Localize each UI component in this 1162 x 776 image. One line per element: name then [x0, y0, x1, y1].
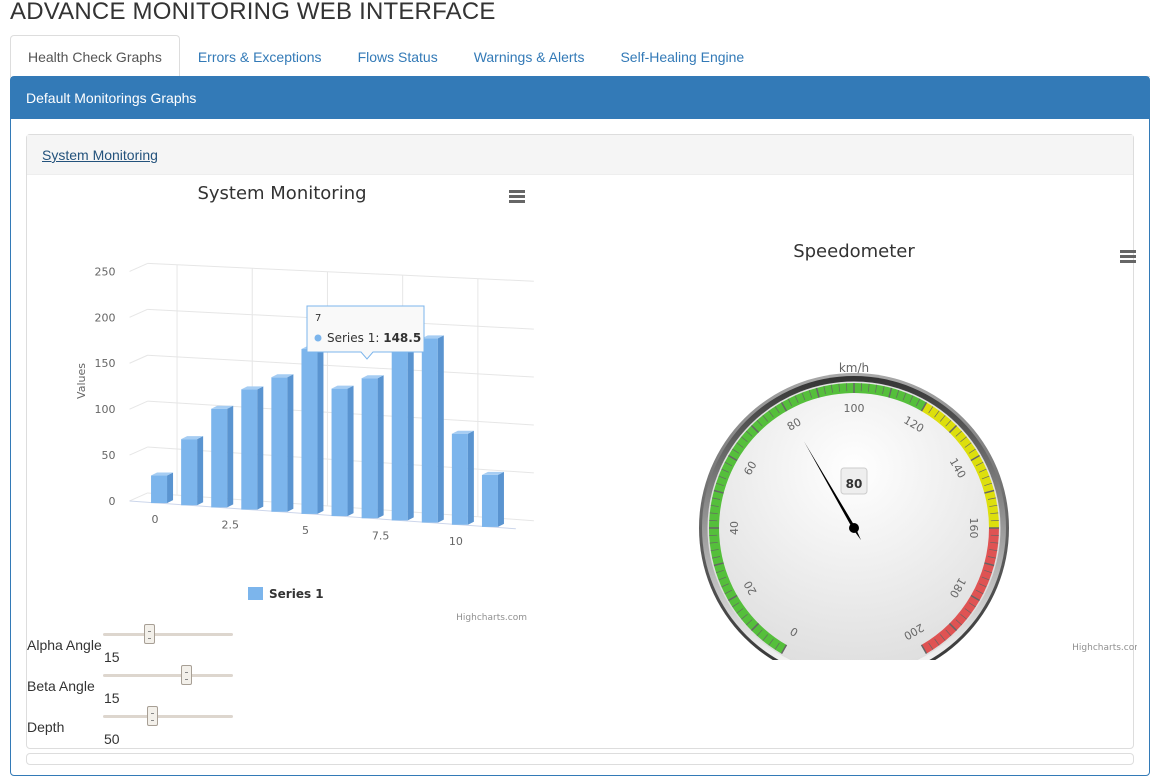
tab-bar: Health Check Graphs Errors & Exceptions …	[10, 35, 1150, 77]
gauge-tick-label: 160	[967, 518, 980, 539]
gauge-tick-label: 40	[728, 521, 741, 535]
bar[interactable]	[452, 431, 474, 525]
beta-angle-value: 15	[104, 690, 120, 706]
panel-heading: Default Monitorings Graphs	[11, 77, 1149, 119]
system-monitoring-panel: System Monitoring System Monitoring Valu…	[26, 134, 1134, 749]
gauge-tick-label: 100	[844, 402, 865, 415]
y-tick-label: 250	[95, 265, 116, 278]
bar[interactable]	[301, 346, 323, 514]
tab-errors-exceptions[interactable]: Errors & Exceptions	[180, 35, 340, 77]
alpha-angle-control: Alpha Angle 15	[27, 625, 287, 666]
bar[interactable]	[482, 472, 504, 527]
x-tick-label: 7.5	[372, 529, 390, 542]
chart-tooltip: 7 Series 1: 148.5	[307, 306, 424, 359]
bar[interactable]	[181, 436, 203, 505]
system-monitoring-link[interactable]: System Monitoring	[42, 147, 158, 163]
chart-title: System Monitoring	[197, 183, 366, 204]
beta-angle-handle[interactable]	[181, 665, 192, 685]
depth-handle[interactable]	[147, 706, 158, 726]
depth-value: 50	[104, 731, 120, 747]
chart-controls: Alpha Angle 15 Beta Angle 15 Depth 50	[27, 625, 287, 748]
beta-angle-label: Beta Angle	[27, 678, 95, 694]
bar[interactable]	[151, 473, 173, 504]
bar[interactable]	[422, 335, 444, 522]
beta-angle-control: Beta Angle 15	[27, 666, 287, 707]
alpha-angle-handle[interactable]	[144, 624, 155, 644]
x-tick-label: 2.5	[222, 519, 240, 532]
main-panel: Default Monitorings Graphs System Monito…	[10, 76, 1150, 776]
alpha-angle-slider[interactable]	[103, 633, 233, 636]
gauge-value-box: 80	[841, 468, 867, 494]
depth-slider[interactable]	[103, 715, 233, 718]
svg-text:Series 1: 148.5: Series 1: 148.5	[327, 331, 421, 345]
system-monitoring-heading: System Monitoring	[27, 135, 1133, 175]
bar[interactable]	[332, 386, 354, 516]
depth-control: Depth 50	[27, 707, 287, 748]
depth-label: Depth	[27, 719, 64, 735]
tooltip-series: Series 1:	[327, 331, 383, 345]
gauge-pivot	[849, 523, 859, 533]
x-tick-label: 5	[302, 524, 309, 537]
y-tick-label: 0	[109, 495, 116, 508]
gauge-value-label: 80	[846, 477, 863, 491]
tab-flows-status[interactable]: Flows Status	[340, 35, 456, 77]
chart-legend[interactable]: Series 1	[248, 587, 324, 601]
y-axis-title: Values	[75, 363, 88, 399]
bar[interactable]	[241, 386, 263, 509]
y-tick-label: 150	[95, 357, 116, 370]
alpha-angle-label: Alpha Angle	[27, 637, 102, 653]
alpha-angle-value: 15	[104, 649, 120, 665]
page-title: ADVANCE MONITORING WEB INTERFACE	[10, 0, 496, 26]
beta-angle-slider[interactable]	[103, 674, 233, 677]
tab-health-check-graphs[interactable]: Health Check Graphs	[10, 35, 180, 78]
x-tick-label: 0	[152, 513, 159, 526]
speedometer-chart: Speedometer 0204060	[557, 220, 1137, 660]
system-monitoring-chart: System Monitoring Values 050100150200250…	[27, 175, 547, 625]
y-tick-label: 50	[102, 449, 116, 462]
gauge-title: Speedometer	[793, 241, 915, 262]
gauge-unit: km/h	[839, 361, 869, 375]
highcharts-credit[interactable]: Highcharts.com	[456, 613, 527, 623]
gauge-credit[interactable]: Highcharts.com	[1072, 643, 1137, 653]
y-tick-label: 100	[95, 403, 116, 416]
chart-menu-icon[interactable]	[509, 190, 525, 203]
gauge-menu-icon[interactable]	[1120, 250, 1136, 263]
tooltip-value: 148.5	[383, 331, 421, 345]
legend-series-1: Series 1	[269, 587, 324, 601]
next-panel-edge	[26, 753, 1134, 765]
y-tick-label: 200	[95, 311, 116, 324]
bar[interactable]	[271, 374, 293, 511]
x-tick-label: 10	[449, 535, 463, 548]
tab-warnings-alerts[interactable]: Warnings & Alerts	[456, 35, 603, 77]
bar[interactable]	[362, 375, 384, 518]
tooltip-x: 7	[315, 313, 321, 324]
tab-self-healing-engine[interactable]: Self-Healing Engine	[602, 35, 762, 77]
bar[interactable]	[211, 406, 233, 508]
